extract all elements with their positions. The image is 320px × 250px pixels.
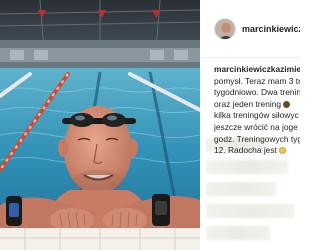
profile-photo-icon: [215, 19, 235, 39]
comment-blur: [206, 226, 270, 240]
swimmer-pool-photo: [0, 0, 200, 250]
caption-line: jeszcze wrócić na joge: [214, 122, 300, 134]
post-photo[interactable]: [0, 0, 200, 250]
caption-line: oraz jeden trening: [214, 99, 300, 111]
post-header: marcinkiewiczk: [200, 0, 300, 58]
comment-blur: [206, 182, 276, 196]
post-caption: marcinkiewiczkazimierz pomysł. Teraz mam…: [214, 64, 300, 157]
caption-line: pomysł. Teraz mam 3 tr: [214, 75, 300, 86]
caption-line: kilka treningów siłowyc: [214, 110, 299, 121]
person-lifting-emoji-icon: [283, 100, 291, 108]
caption-username[interactable]: marcinkiewiczkazimierz: [214, 64, 300, 76]
caption-line: godz. Treningowych tyg: [214, 133, 300, 144]
avatar[interactable]: [214, 18, 236, 40]
comment-blur: [206, 160, 288, 174]
post-username[interactable]: marcinkiewiczk: [242, 24, 300, 34]
caption-line-text: 12. Radocha jest: [214, 145, 277, 156]
smiling-face-emoji-icon: [279, 147, 287, 155]
post-sidebar: marcinkiewiczk marcinkiewiczkazimierz po…: [200, 0, 300, 250]
caption-line-text: jeszcze wrócić na joge: [214, 121, 298, 132]
caption-line: tygodniowo. Dwa trenin: [214, 87, 300, 98]
caption-line: 12. Radocha jest: [214, 145, 300, 157]
comment-blur: [206, 204, 294, 218]
caption-line-text: oraz jeden trening: [214, 98, 282, 109]
